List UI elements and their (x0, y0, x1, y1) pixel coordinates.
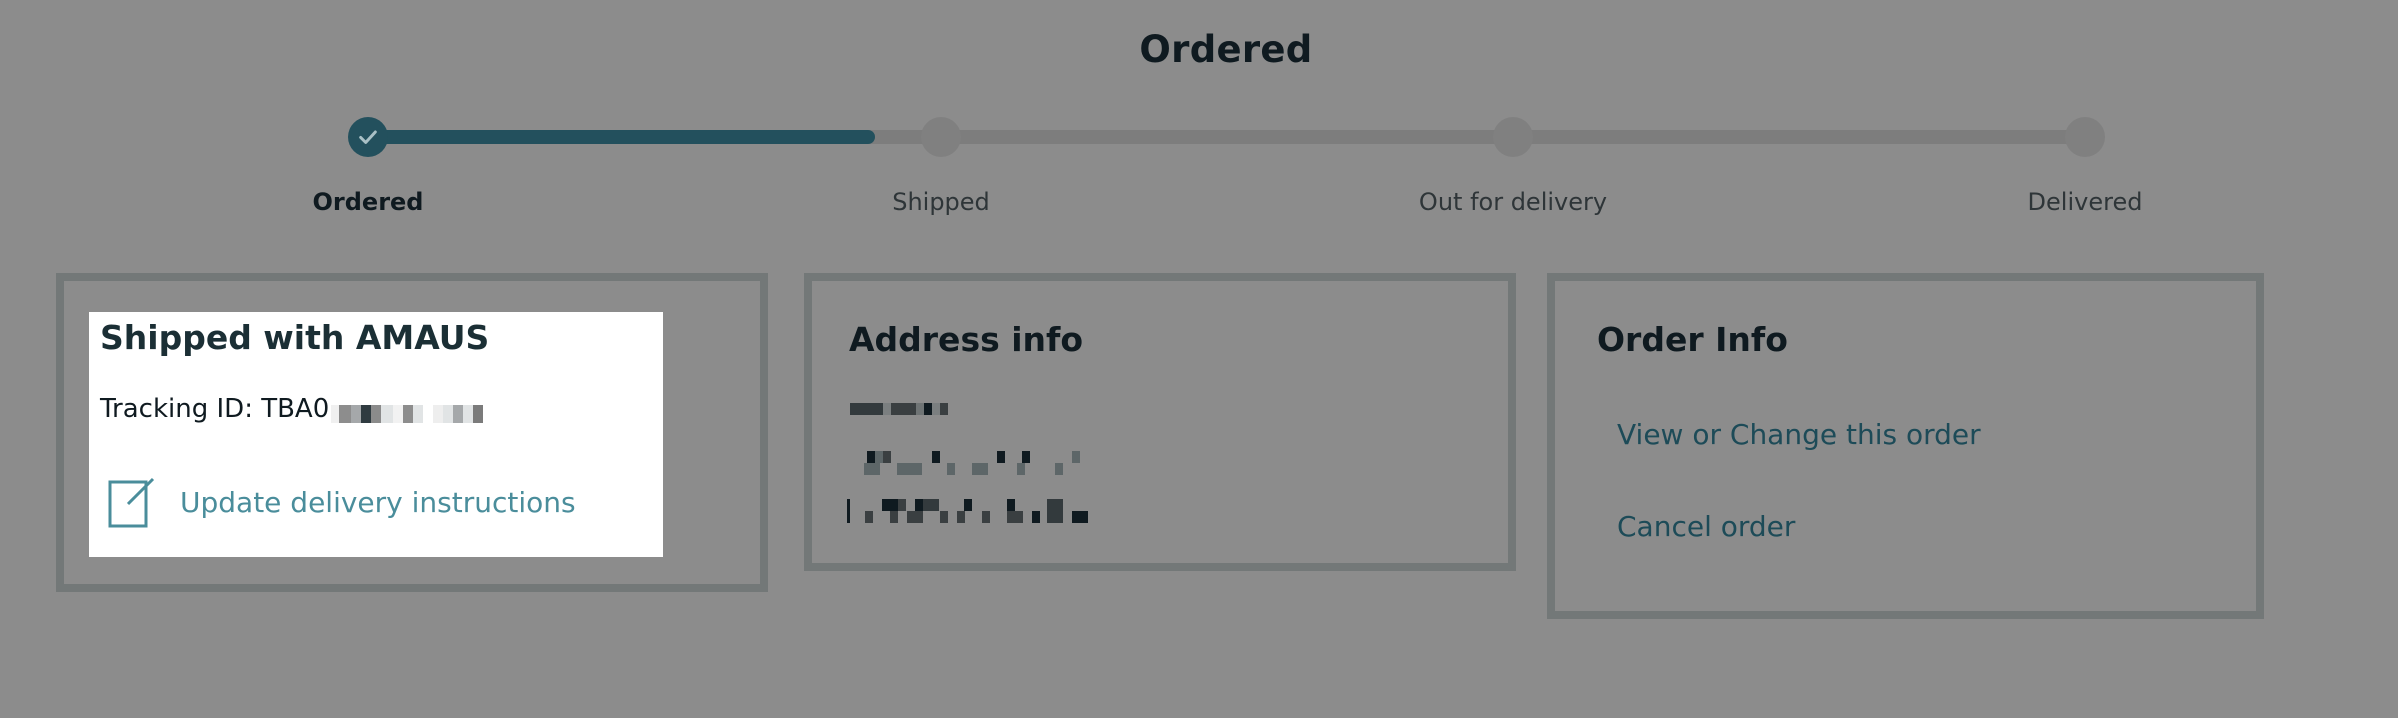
update-delivery-instructions-label: Update delivery instructions (180, 485, 576, 519)
shipment-progress-tracker: Ordered Shipped Out for delivery Deliver… (0, 0, 2398, 240)
order-tracking-page: Ordered Ordered Shipped Out for delivery… (0, 0, 2398, 718)
tracking-id-label: Tracking ID: TBA0 (100, 394, 330, 424)
step-dot-delivered (2065, 117, 2105, 157)
update-delivery-instructions-link[interactable]: Update delivery instructions (108, 476, 576, 528)
step-label-shipped: Shipped (892, 188, 990, 216)
address-line-redacted-3 (847, 499, 1097, 523)
step-label-ordered: Ordered (312, 188, 424, 216)
cancel-order-link[interactable]: Cancel order (1617, 510, 1795, 543)
edit-note-icon (108, 477, 155, 528)
step-label-delivered: Delivered (2027, 188, 2143, 216)
progress-fill (368, 130, 875, 144)
address-line-redacted-1 (847, 403, 957, 427)
step-label-out-for-delivery: Out for delivery (1418, 188, 1608, 216)
shipping-card-heading: Shipped with AMAUS (100, 318, 490, 357)
tracking-id-redacted (331, 400, 484, 423)
check-icon (359, 130, 377, 144)
step-dot-shipped (921, 117, 961, 157)
address-card-heading: Address info (849, 320, 1084, 359)
order-info-heading: Order Info (1597, 320, 1788, 359)
view-or-change-order-link[interactable]: View or Change this order (1617, 418, 1981, 451)
step-dot-out-for-delivery (1493, 117, 1533, 157)
address-line-redacted-2 (847, 451, 1087, 475)
tracking-id: Tracking ID: TBA0 (100, 394, 484, 424)
step-dot-ordered (348, 117, 388, 157)
